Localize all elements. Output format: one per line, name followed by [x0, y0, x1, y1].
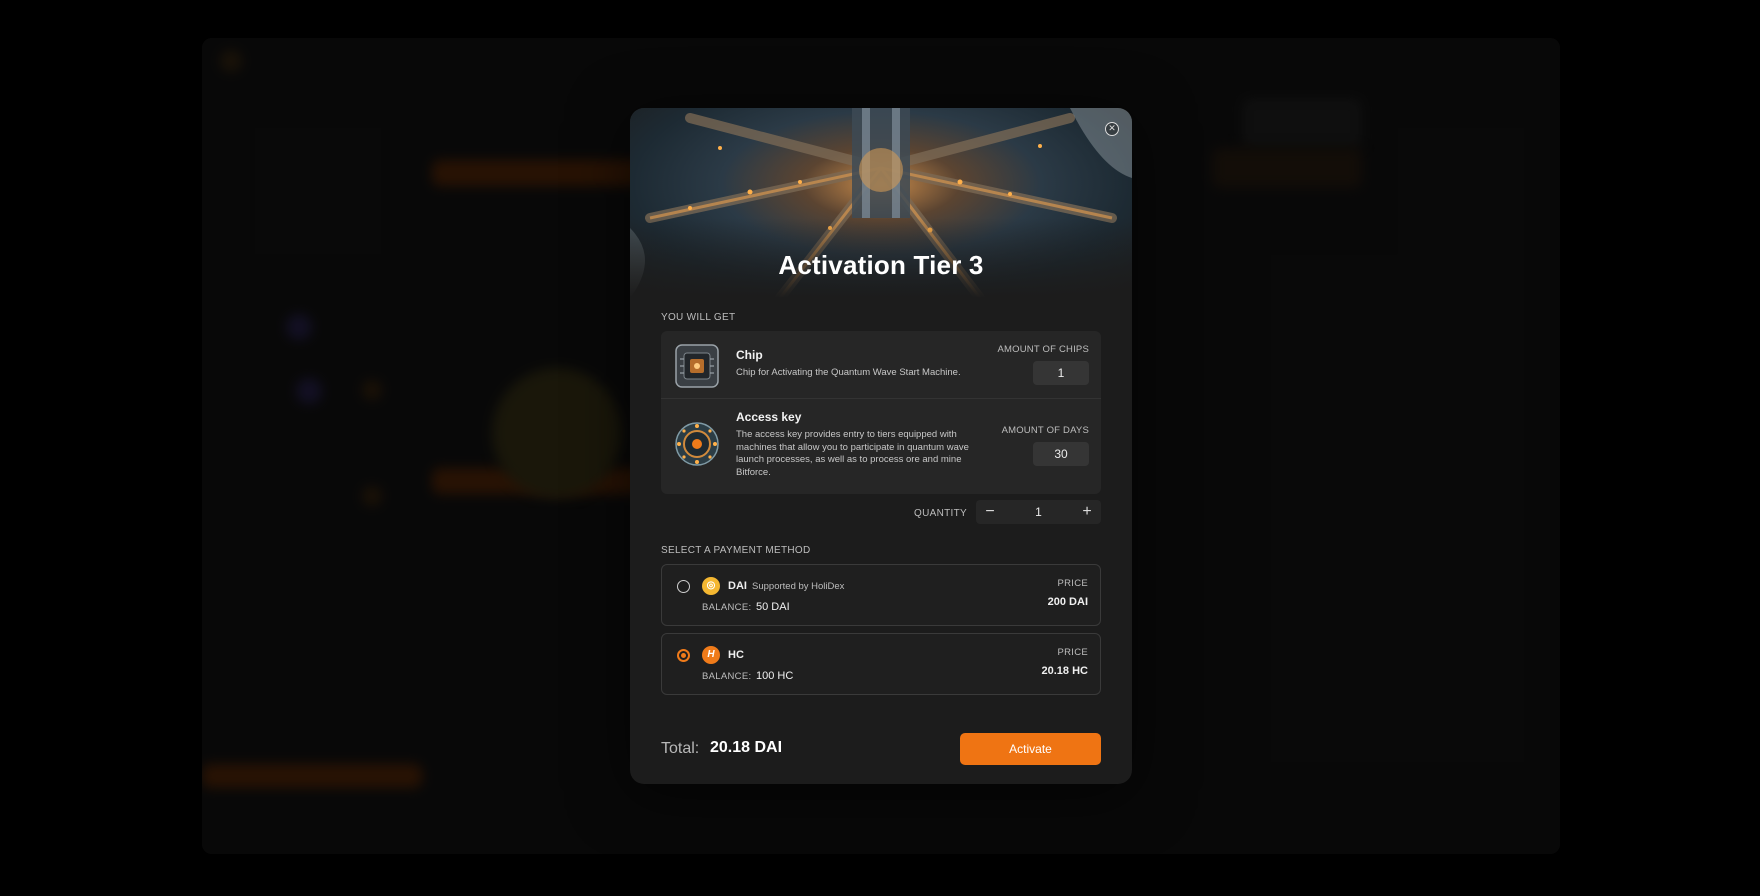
chip-title: Chip — [736, 348, 763, 362]
close-icon[interactable]: ✕ — [1105, 122, 1119, 136]
dai-name: DAI Supported by HoliDex — [728, 580, 844, 592]
hc-price-label: PRICE — [1057, 647, 1088, 658]
payment-option-hc[interactable]: H HC BALANCE: 100 HC PRICE 20.18 HC — [661, 633, 1101, 695]
chip-icon — [675, 344, 719, 388]
hc-balance-label: BALANCE: — [702, 671, 752, 682]
dai-balance-label: BALANCE: — [702, 602, 752, 613]
dai-price-value: 200 DAI — [1047, 596, 1088, 608]
chips-amount-label: AMOUNT OF CHIPS — [997, 344, 1089, 355]
dai-coin-icon: ◎ — [702, 577, 720, 595]
quantity-decrease-button[interactable]: − — [976, 500, 1004, 524]
dai-price-label: PRICE — [1057, 578, 1088, 589]
chips-amount-field: 1 — [1033, 361, 1089, 385]
hc-balance-value: 100 HC — [756, 670, 794, 682]
chip-description: Chip for Activating the Quantum Wave Sta… — [736, 367, 961, 378]
access-key-icon — [675, 422, 719, 466]
dai-name-text: DAI — [728, 580, 747, 592]
access-key-description: The access key provides entry to tiers e… — [736, 429, 969, 478]
reward-item-chip: Chip Chip for Activating the Quantum Wav… — [661, 331, 1101, 399]
payment-option-dai[interactable]: ◎ DAI Supported by HoliDex BALANCE: 50 D… — [661, 564, 1101, 626]
access-key-title: Access key — [736, 410, 802, 424]
days-amount-label: AMOUNT OF DAYS — [1001, 425, 1089, 436]
hc-name: HC — [728, 649, 744, 661]
reward-item-access-key: Access key The access key provides entry… — [661, 399, 1101, 494]
activate-button[interactable]: Activate — [960, 733, 1101, 765]
total-value: 20.18 DAI — [710, 739, 783, 756]
radio-dai[interactable] — [677, 580, 690, 593]
quantity-label: QUANTITY — [914, 508, 967, 519]
days-amount-field: 30 — [1033, 442, 1089, 466]
modal-title: Activation Tier 3 — [778, 250, 984, 280]
payment-method-label: SELECT A PAYMENT METHOD — [661, 545, 811, 556]
dai-balance-value: 50 DAI — [756, 601, 790, 613]
activation-modal: Activation Tier 3 ✕ YOU WILL GET Chip Ch… — [630, 108, 1132, 784]
quantity-stepper: − 1 + — [976, 500, 1101, 524]
hero-image: Activation Tier 3 ✕ — [630, 108, 1132, 298]
you-will-get-label: YOU WILL GET — [661, 312, 736, 323]
hc-coin-icon: H — [702, 646, 720, 664]
quantity-increase-button[interactable]: + — [1073, 500, 1101, 524]
rewards-list: Chip Chip for Activating the Quantum Wav… — [661, 331, 1101, 494]
quantity-value[interactable]: 1 — [1004, 500, 1073, 524]
hc-price-value: 20.18 HC — [1041, 665, 1088, 677]
dai-supported-by: Supported by HoliDex — [752, 581, 845, 592]
radio-hc[interactable] — [677, 649, 690, 662]
total-label: Total: — [661, 740, 700, 757]
